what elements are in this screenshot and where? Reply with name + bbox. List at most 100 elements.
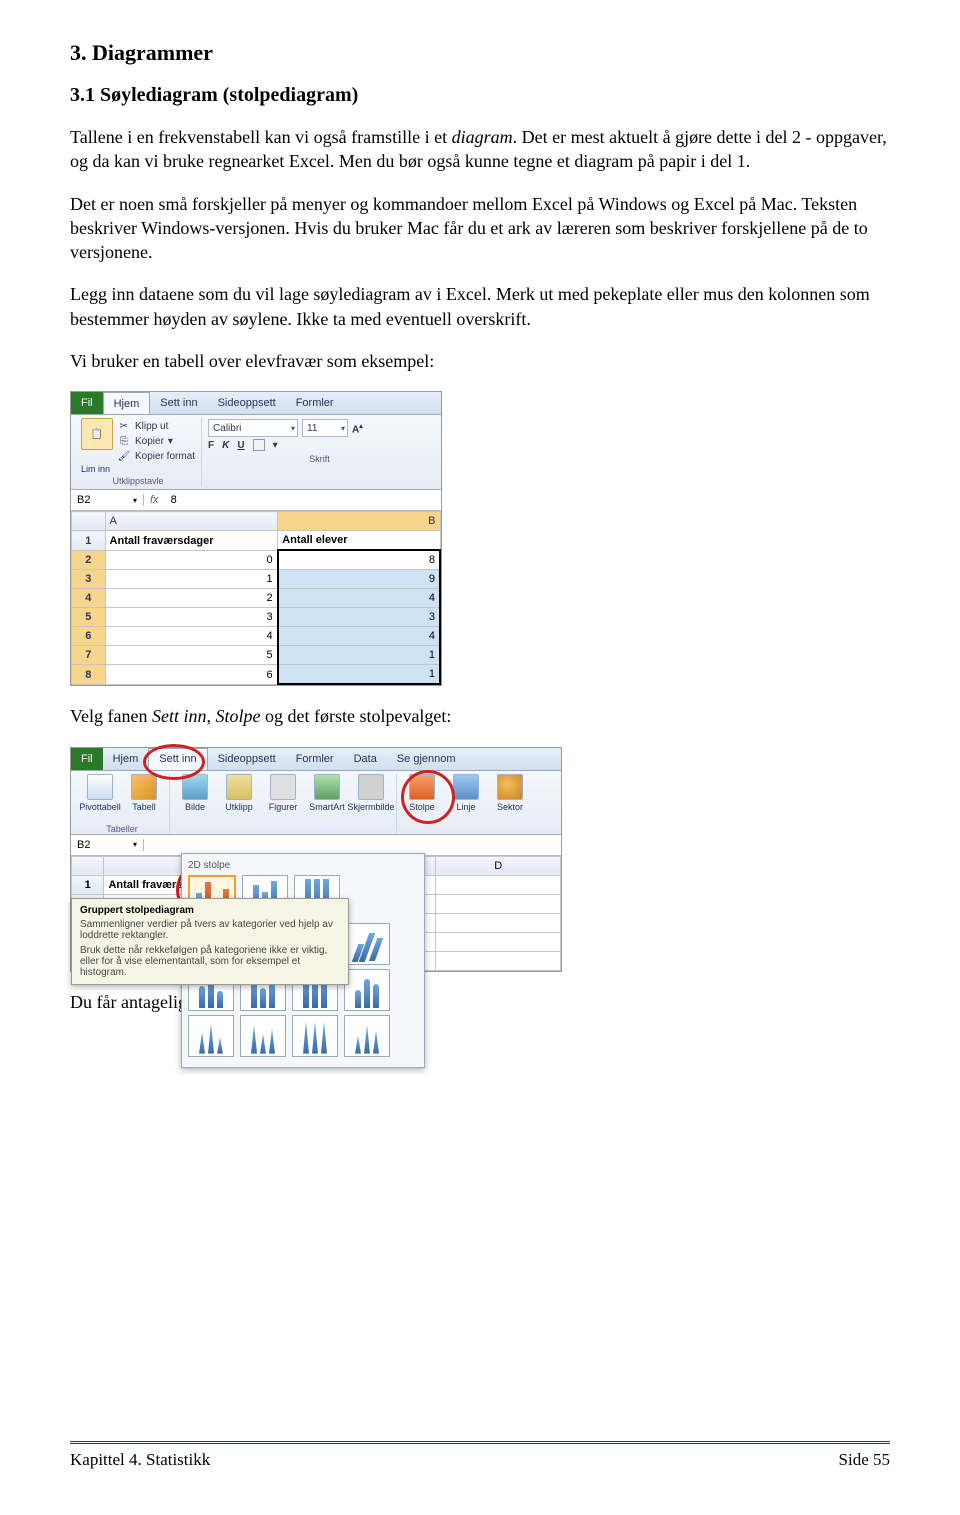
ribbon-body-2: Pivottabell Tabell Tabeller Bilde Utklip… [71,771,561,835]
cell-selected[interactable]: 3 [278,608,440,627]
column-header-d[interactable]: D [436,856,561,875]
name-box-2[interactable]: B2▾ [71,839,144,851]
ribbon-tabs: Fil Hjem Sett inn Sideoppsett Formler [71,392,441,415]
copy-button[interactable]: ⎘Kopier ▾ [117,434,195,448]
tab-formler[interactable]: Formler [286,392,344,414]
cone-3d-option[interactable] [344,1015,390,1057]
cell[interactable]: 5 [105,646,278,665]
tab-sett-inn[interactable]: Sett inn [150,392,207,414]
clipart-button[interactable]: Utklipp [220,774,258,812]
cylinder-3d-option[interactable] [344,969,390,1011]
format-painter-button[interactable]: 🖌Kopier format [117,449,195,463]
tab-formler[interactable]: Formler [286,748,344,770]
cone-column-option[interactable] [188,1015,234,1057]
ribbon-body: 📋 ✂Klipp ut ⎘Kopier ▾ 🖌Kopier format Lim… [71,415,441,490]
charts-group: Stolpe Linje Sektor [397,774,535,834]
column-header-a[interactable]: A [105,512,278,531]
line-chart-button[interactable]: Linje [447,774,485,812]
cut-button[interactable]: ✂Klipp ut [117,419,195,433]
ribbon-tabs-2: Fil Hjem Sett inn Sideoppsett Formler Da… [71,748,561,771]
row-header[interactable]: 5 [72,608,106,627]
cell[interactable]: 2 [105,589,278,608]
column-header-b[interactable]: B [278,512,440,531]
tab-se-gjennom[interactable]: Se gjennom [387,748,466,770]
table-icon [131,774,157,800]
bold-button[interactable]: F [208,440,214,451]
fill-color-button[interactable]: ▾ [273,440,278,451]
cell[interactable]: 4 [105,627,278,646]
cell-selected[interactable]: 9 [278,570,440,589]
paragraph-4: Vi bruker en tabell over elevfravær som … [70,349,890,373]
tooltip-title: Gruppert stolpediagram [80,905,340,916]
paste-icon[interactable]: 📋 [81,418,113,450]
font-group: Calibri 11 A▴ F K U ▾ Skrift [202,418,437,486]
row-header[interactable]: 4 [72,589,106,608]
cell[interactable]: 0 [105,550,278,570]
cell-selected[interactable]: 4 [278,589,440,608]
chart-tooltip: Gruppert stolpediagram Sammenligner verd… [71,898,349,985]
cell[interactable]: 6 [105,665,278,685]
row-header[interactable]: 3 [72,570,106,589]
italic-button[interactable]: K [222,440,229,451]
cell[interactable]: 3 [105,608,278,627]
table-button[interactable]: Tabell [125,774,163,812]
heading-sub: 3.1 Søylediagram (stolpediagram) [70,84,890,107]
row-header[interactable]: 7 [72,646,106,665]
cell-active[interactable]: 8 [278,550,440,570]
fx-icon[interactable]: fx [144,494,165,506]
tooltip-line-1: Sammenligner verdier på tvers av kategor… [80,919,340,941]
copy-icon: ⎘ [117,434,131,448]
tab-sideoppsett[interactable]: Sideoppsett [208,748,286,770]
clipart-icon [226,774,252,800]
row-header[interactable]: 8 [72,665,106,685]
pie-chart-button[interactable]: Sektor [491,774,529,812]
underline-button[interactable]: U [237,440,244,451]
cone-stacked-option[interactable] [240,1015,286,1057]
picture-button[interactable]: Bilde [176,774,214,812]
cell-selected[interactable]: 1 [278,646,440,665]
name-box[interactable]: B2▾ [71,494,144,506]
select-all-corner[interactable] [72,512,106,531]
picture-icon [182,774,208,800]
column-chart-button[interactable]: Stolpe [403,774,441,812]
scissors-icon: ✂ [117,419,131,433]
file-tab[interactable]: Fil [71,748,103,770]
border-button[interactable] [253,439,265,451]
cell-selected[interactable]: 4 [278,627,440,646]
cell[interactable]: Antall elever [278,531,440,551]
row-header[interactable]: 2 [72,550,106,570]
pivottable-button[interactable]: Pivottabell [81,774,119,812]
illustrations-group: Bilde Utklipp Figurer SmartArt Skjermbil… [170,774,397,834]
cell[interactable]: Antall fraværsdager [105,531,278,551]
shapes-icon [270,774,296,800]
dropdown-section-label: 2D stolpe [188,860,418,871]
3d-column-option[interactable] [344,923,390,965]
shapes-button[interactable]: Figurer [264,774,302,812]
font-name-combo[interactable]: Calibri [208,419,298,437]
tab-hjem[interactable]: Hjem [103,748,149,770]
row-header[interactable]: 6 [72,627,106,646]
clipboard-group: 📋 ✂Klipp ut ⎘Kopier ▾ 🖌Kopier format Lim… [75,418,202,486]
file-tab[interactable]: Fil [71,392,103,414]
screenshot-button[interactable]: Skjermbilde [352,774,390,812]
row-header[interactable]: 1 [72,875,104,894]
excel-screenshot-1: Fil Hjem Sett inn Sideoppsett Formler 📋 … [70,391,442,686]
cell[interactable]: 1 [105,570,278,589]
smartart-button[interactable]: SmartArt [308,774,346,812]
cell-selected[interactable]: 1 [278,665,440,685]
formula-value[interactable]: 8 [165,494,183,506]
tab-hjem[interactable]: Hjem [103,392,151,414]
cone-percent-option[interactable] [292,1015,338,1057]
smartart-icon [314,774,340,800]
brush-icon: 🖌 [117,449,131,463]
spreadsheet-grid: A B 1 Antall fraværsdager Antall elever … [71,511,441,685]
increase-font-icon[interactable]: A▴ [352,422,363,435]
tab-sett-inn-active[interactable]: Sett inn [148,748,207,770]
tab-data[interactable]: Data [344,748,387,770]
tab-sideoppsett[interactable]: Sideoppsett [208,392,286,414]
column-chart-icon [409,774,435,800]
footer-left: Kapittel 4. Statistikk [70,1450,210,1470]
font-size-combo[interactable]: 11 [302,419,348,437]
select-all-corner[interactable] [72,856,104,875]
row-header[interactable]: 1 [72,531,106,551]
